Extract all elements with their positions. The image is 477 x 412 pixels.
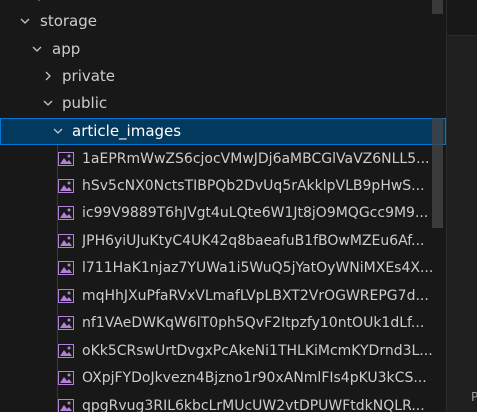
file-name: OXpjFYDoJkvezn4Bjzno1r90xANmlFIs4pKU3kCS… — [82, 370, 427, 386]
file-item[interactable]: mqHhJXuPfaRVxVLmafLVpLBXT2VrOGWREPG7d... — [0, 283, 446, 310]
image-file-icon — [58, 289, 74, 303]
file-name: qpgRvug3RIL6kbcLrMUcUW2vtDPUWFtdkNQLR... — [82, 398, 425, 412]
chevron-down-icon — [30, 42, 44, 56]
chevron-down-icon — [18, 14, 32, 28]
image-file-icon — [58, 399, 74, 412]
tree-item-label: article_images — [72, 122, 182, 140]
image-file-icon — [58, 261, 74, 275]
tree-item-article-images[interactable]: article_images — [0, 118, 446, 145]
file-name: ic99V9889T6hJVgt4uLQte6W1Jt8jO9MQGcc9M9.… — [82, 205, 429, 221]
image-file-icon — [58, 206, 74, 220]
file-name: l711HaK1njaz7YUWa1i5WuQ5jYatOyWNiMXEs4X.… — [82, 260, 434, 276]
tree-item-public[interactable]: public — [0, 90, 446, 117]
partial-row — [0, 0, 446, 8]
file-name: oKk5CRswUrtDvgxPcAkeNi1THLKiMcmKYDrnd3L.… — [82, 343, 433, 359]
file-item[interactable]: oKk5CRswUrtDvgxPcAkeNi1THLKiMcmKYDrnd3L.… — [0, 338, 446, 365]
file-name: JPH6yiUJuKtyC4UK42q8baeafuB1fBOwMZEu6Af.… — [82, 233, 425, 249]
chevron-right-icon — [41, 69, 55, 83]
image-file-icon — [58, 152, 74, 166]
file-item[interactable]: hSv5cNX0NctsTIBPQb2DvUq5rAkklpVLB9pHwS..… — [0, 173, 446, 200]
editor-tab-bar — [447, 0, 477, 36]
file-name: 1aEPRmWwZS6cjocVMwJDj6aMBCGlVaVZ6NLL5... — [82, 151, 430, 167]
image-file-icon — [58, 344, 74, 358]
file-name: hSv5cNX0NctsTIBPQb2DvUq5rAkklpVLB9pHwS..… — [82, 178, 425, 194]
panel-label: P — [471, 390, 477, 404]
file-item[interactable]: 1aEPRmWwZS6cjocVMwJDj6aMBCGlVaVZ6NLL5... — [0, 146, 446, 173]
file-item[interactable]: OXpjFYDoJkvezn4Bjzno1r90xANmlFIs4pKU3kCS… — [0, 365, 446, 392]
chevron-down-icon — [51, 124, 65, 138]
explorer-tree: storage app private public article_image… — [0, 0, 446, 412]
chevron-down-icon — [41, 96, 55, 110]
tree-item-private[interactable]: private — [0, 63, 446, 90]
file-item[interactable]: JPH6yiUJuKtyC4UK42q8baeafuB1fBOwMZEu6Af.… — [0, 228, 446, 255]
image-file-icon — [58, 316, 74, 330]
file-item[interactable]: qpgRvug3RIL6kbcLrMUcUW2vtDPUWFtdkNQLR... — [0, 393, 446, 412]
scrollbar-thumb[interactable] — [432, 118, 443, 228]
image-file-icon — [58, 179, 74, 193]
tree-item-app[interactable]: app — [0, 36, 446, 63]
file-item[interactable]: ic99V9889T6hJVgt4uLQte6W1Jt8jO9MQGcc9M9.… — [0, 200, 446, 227]
image-file-icon — [58, 371, 74, 385]
tree-item-label: public — [62, 94, 108, 112]
editor-pane: P — [446, 0, 477, 412]
file-name: mqHhJXuPfaRVxVLmafLVpLBXT2VrOGWREPG7d... — [82, 288, 429, 304]
file-item[interactable]: l711HaK1njaz7YUWa1i5WuQ5jYatOyWNiMXEs4X.… — [0, 255, 446, 282]
scrollbar-thumb-top[interactable] — [432, 0, 443, 14]
file-item[interactable]: nf1VAeDWKqW6lT0ph5QvF2Itpzfy10ntOUk1dLf.… — [0, 310, 446, 337]
file-name: nf1VAeDWKqW6lT0ph5QvF2Itpzfy10ntOUk1dLf.… — [82, 315, 425, 331]
tree-item-label: app — [52, 40, 81, 58]
tree-item-label: storage — [40, 12, 97, 30]
tree-item-storage[interactable]: storage — [0, 8, 446, 35]
image-file-icon — [58, 234, 74, 248]
tree-item-label: private — [62, 67, 116, 85]
